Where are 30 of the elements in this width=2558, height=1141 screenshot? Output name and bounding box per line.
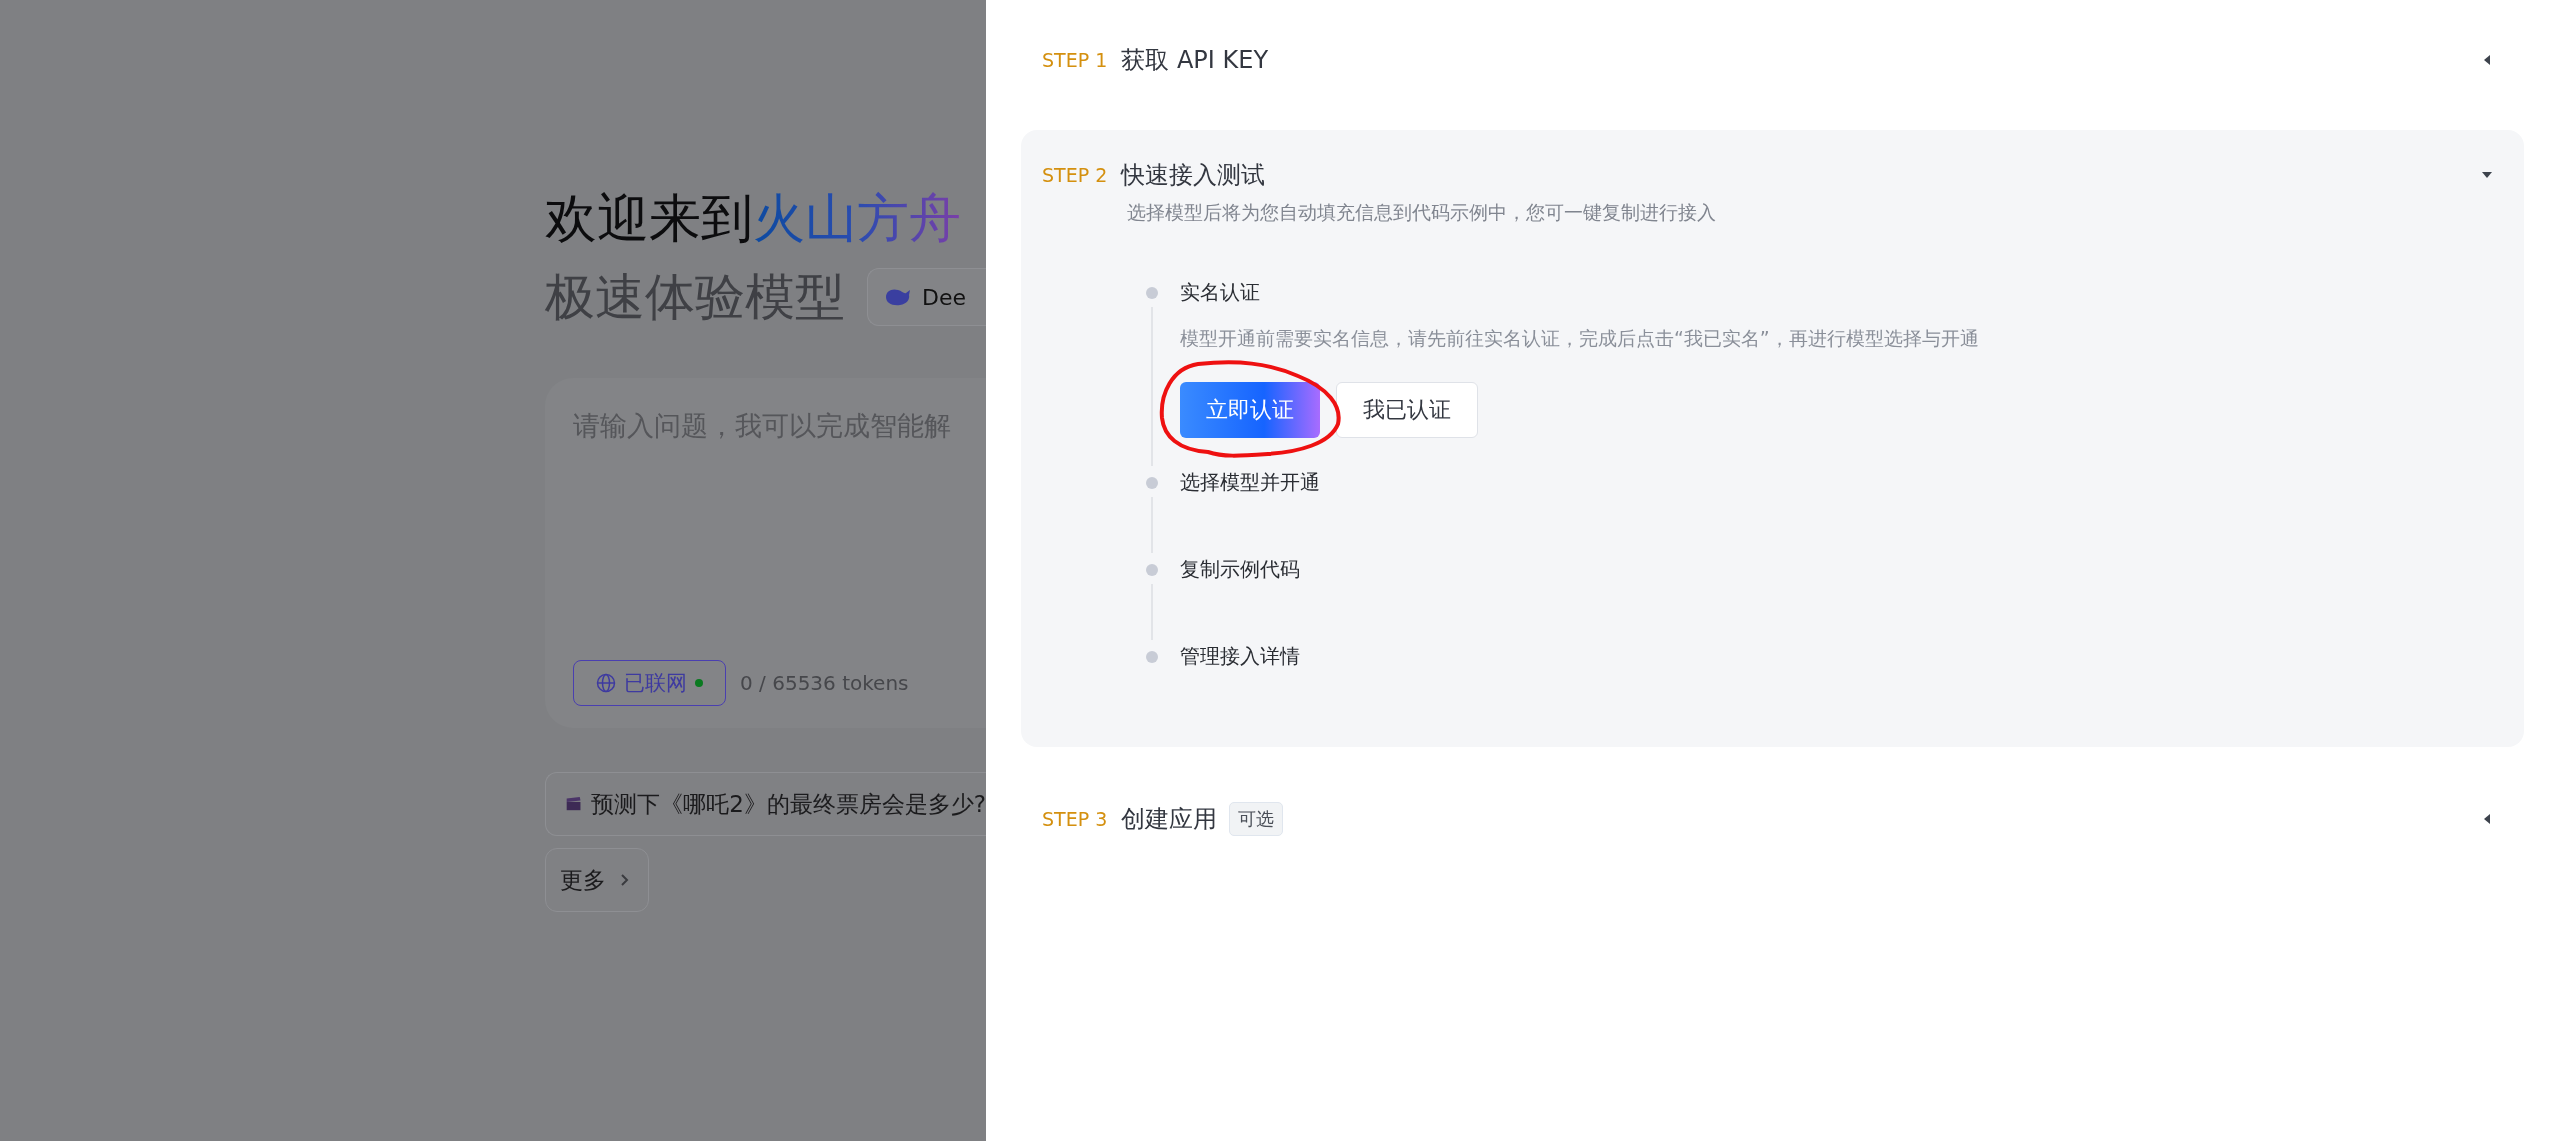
task-title: 管理接入详情 — [1180, 643, 1300, 670]
step-description: 选择模型后将为您自动填充信息到代码示例中，您可一键复制进行接入 — [1127, 200, 1717, 225]
model-selector[interactable]: Dee — [867, 268, 986, 326]
task-title: 选择模型并开通 — [1180, 469, 1320, 496]
chevron-right-icon — [620, 873, 630, 887]
token-count: 0 / 65536 tokens — [740, 671, 909, 695]
step-label: STEP 2 — [1042, 164, 1108, 186]
task-description: 模型开通前需要实名信息，请先前往实名认证，完成后点击“我已实名”，再进行模型选择与开通 — [1180, 326, 1979, 351]
step-title: 快速接入测试 — [1121, 160, 1266, 191]
timeline-dot — [1146, 287, 1158, 299]
timeline-dot — [1146, 651, 1158, 663]
web-search-toggle[interactable]: 已联网 — [573, 660, 726, 706]
suggestion-chip[interactable]: 预测下《哪吒2》的最终票房会是多少? — [545, 772, 986, 836]
task-title: 复制示例代码 — [1180, 556, 1300, 583]
timeline-dot — [1146, 564, 1158, 576]
task-title: 实名认证 — [1180, 279, 1261, 306]
step-title: 获取 API KEY — [1121, 45, 1269, 76]
step-label: STEP 3 — [1042, 808, 1108, 830]
step-label: STEP 1 — [1042, 49, 1108, 71]
status-dot — [695, 679, 703, 687]
more-button[interactable]: 更多 — [545, 848, 649, 912]
subtitle: 极速体验模型 — [545, 267, 845, 328]
timeline-dot — [1146, 477, 1158, 489]
step-title: 创建应用 — [1121, 804, 1218, 835]
verify-now-button[interactable]: 立即认证 — [1180, 382, 1320, 438]
welcome-title: 欢迎来到火山方舟 — [545, 187, 962, 250]
globe-icon — [596, 673, 616, 693]
optional-tag: 可选 — [1229, 802, 1284, 836]
verified-button[interactable]: 我已认证 — [1336, 382, 1478, 438]
whale-icon — [884, 286, 912, 308]
